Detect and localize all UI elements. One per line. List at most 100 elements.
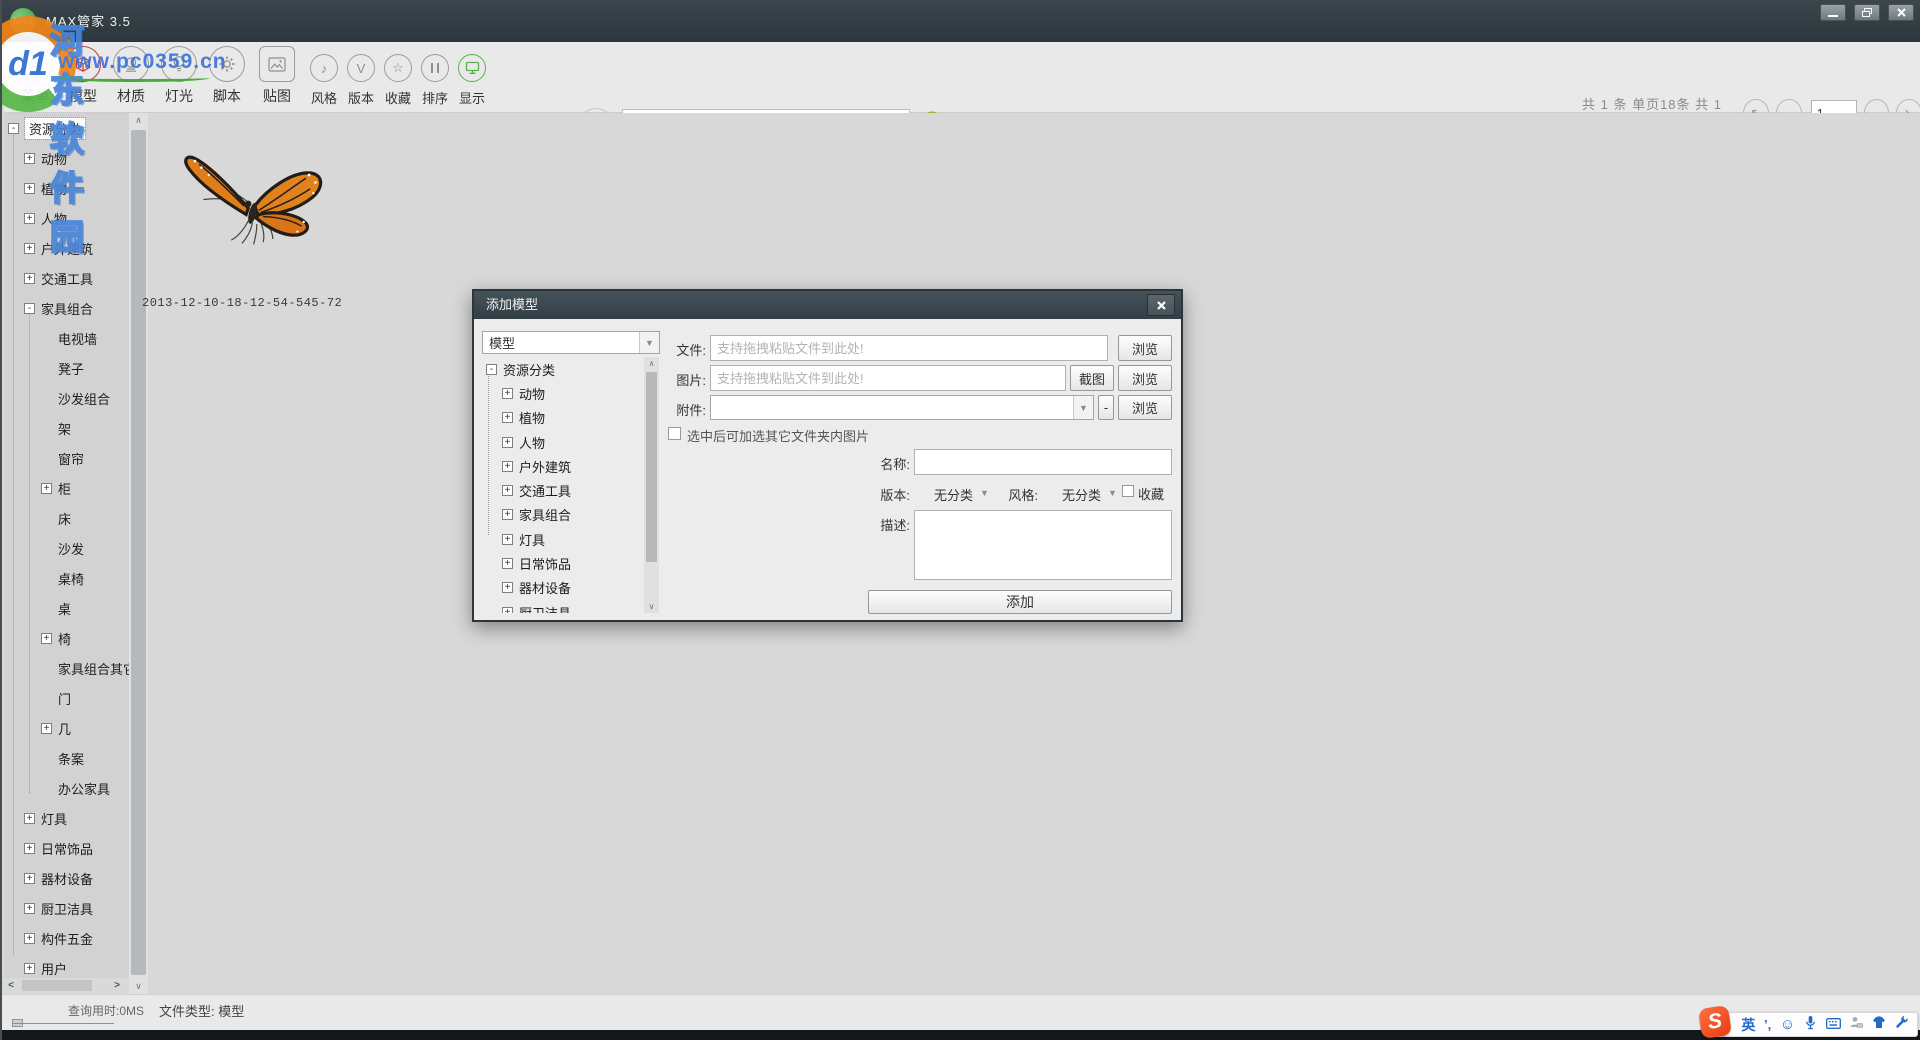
image-path-input[interactable] xyxy=(710,365,1066,391)
sidebar-tree-item[interactable]: 柜 xyxy=(4,473,129,503)
expander-icon[interactable] xyxy=(24,843,35,854)
dialog-tree-item[interactable]: 人物 xyxy=(482,430,642,454)
chevron-down-icon[interactable]: ▼ xyxy=(1108,488,1117,498)
expander-icon[interactable] xyxy=(502,485,513,496)
dialog-tree-item[interactable]: 器材设备 xyxy=(482,576,642,600)
ime-mic-icon[interactable] xyxy=(1804,1015,1817,1035)
dialog-tree-item[interactable]: 资源分类 xyxy=(482,357,642,381)
model-name-input[interactable] xyxy=(914,449,1172,475)
scroll-up-icon[interactable]: ∧ xyxy=(644,357,659,370)
sidebar-tree-item[interactable]: 桌 xyxy=(4,593,129,623)
file-browse-button[interactable]: 浏览 xyxy=(1118,335,1172,361)
dialog-tree-item[interactable]: 家具组合 xyxy=(482,503,642,527)
ime-settings-wrench-icon[interactable] xyxy=(1895,1015,1909,1034)
sidebar-tree-item[interactable]: 厨卫洁具 xyxy=(4,893,129,923)
expander-icon[interactable] xyxy=(24,813,35,824)
dialog-tree-item[interactable]: 厨卫洁具 xyxy=(482,600,642,613)
sidebar-tree-item[interactable]: 家具组合其它 xyxy=(4,653,129,683)
remove-attachment-button[interactable]: - xyxy=(1098,395,1114,420)
expander-icon[interactable] xyxy=(41,483,52,494)
sidebar-tree-item[interactable]: 家具组合 xyxy=(4,293,129,323)
close-button[interactable] xyxy=(1888,4,1914,21)
expander-icon[interactable] xyxy=(41,633,52,644)
extra-folder-checkbox[interactable] xyxy=(668,427,681,440)
sidebar-tree-item[interactable]: 几 xyxy=(4,713,129,743)
expander-icon[interactable] xyxy=(24,213,35,224)
sidebar-tree-item[interactable]: 床 xyxy=(4,503,129,533)
chevron-down-icon[interactable]: ▼ xyxy=(980,488,989,498)
sidebar-tree-item[interactable]: 沙发 xyxy=(4,533,129,563)
expander-icon[interactable] xyxy=(24,303,35,314)
sort-button[interactable]: 排序 xyxy=(415,54,455,107)
expander-icon[interactable] xyxy=(502,461,513,472)
model-button[interactable]: 模型 xyxy=(59,46,107,106)
expander-icon[interactable] xyxy=(24,153,35,164)
ime-language-toggle[interactable]: 英 xyxy=(1741,1015,1755,1035)
category-type-dropdown[interactable]: 模型 ▼ xyxy=(482,331,660,354)
sidebar-tree-item[interactable]: 器材设备 xyxy=(4,863,129,893)
description-textarea[interactable] xyxy=(914,510,1172,580)
dialog-tree-item[interactable]: 户外建筑 xyxy=(482,454,642,478)
expander-icon[interactable] xyxy=(41,723,52,734)
scrollbar-thumb[interactable] xyxy=(22,980,92,991)
sidebar-tree-item[interactable]: 条案 xyxy=(4,743,129,773)
expander-icon[interactable] xyxy=(502,558,513,569)
material-button[interactable]: 材质 xyxy=(107,46,155,106)
sidebar-tree-item[interactable]: 动物 xyxy=(4,143,129,173)
scroll-left-icon[interactable]: < xyxy=(4,980,18,991)
dialog-tree-item[interactable]: 灯具 xyxy=(482,527,642,551)
scroll-right-icon[interactable]: > xyxy=(110,980,124,991)
expander-icon[interactable] xyxy=(502,582,513,593)
expander-icon[interactable] xyxy=(24,963,35,974)
sogou-logo-icon[interactable]: S xyxy=(1698,1005,1732,1039)
expander-icon[interactable] xyxy=(24,903,35,914)
menu-button[interactable]: ≡ 菜单 xyxy=(11,46,59,106)
style-dropdown[interactable]: 无分类 xyxy=(1062,485,1101,504)
ime-account-icon[interactable] xyxy=(1849,1016,1863,1034)
ime-punctuation-toggle[interactable]: ’, xyxy=(1764,1017,1771,1032)
style-filter-button[interactable]: ♪ 风格 xyxy=(304,54,344,107)
ime-keyboard-icon[interactable] xyxy=(1826,1016,1841,1034)
dialog-tree-scrollbar[interactable]: ∧ ∨ xyxy=(644,357,659,613)
scroll-down-icon[interactable]: ∨ xyxy=(129,979,148,994)
attachment-combobox[interactable]: ▼ xyxy=(710,395,1094,420)
texture-button[interactable]: 贴图 xyxy=(253,46,301,106)
sidebar-tree-item[interactable]: 日常饰品 xyxy=(4,833,129,863)
expander-icon[interactable] xyxy=(24,243,35,254)
ime-emoji-icon[interactable]: ☺ xyxy=(1780,1016,1795,1033)
dialog-tree-item[interactable]: 交通工具 xyxy=(482,478,642,502)
screenshot-button[interactable]: 截图 xyxy=(1070,365,1114,391)
sidebar-tree-item[interactable]: 椅 xyxy=(4,623,129,653)
image-browse-button[interactable]: 浏览 xyxy=(1118,365,1172,391)
sidebar-tree-item[interactable]: 户外建筑 xyxy=(4,233,129,263)
light-button[interactable]: 灯光 xyxy=(155,46,203,106)
sidebar-tree-item[interactable]: 构件五金 xyxy=(4,923,129,953)
file-path-input[interactable] xyxy=(710,335,1108,361)
expander-icon[interactable] xyxy=(8,123,19,134)
sidebar-tree-item[interactable]: 植物 xyxy=(4,173,129,203)
scroll-down-icon[interactable]: ∨ xyxy=(644,600,659,613)
script-button[interactable]: 脚本 xyxy=(203,46,251,106)
add-button[interactable]: 添加 xyxy=(868,590,1172,614)
dialog-close-button[interactable] xyxy=(1147,294,1175,316)
resource-thumbnail[interactable]: 2013-12-10-18-12-54-545-72 xyxy=(140,118,400,313)
ime-skin-icon[interactable] xyxy=(1872,1016,1886,1034)
sidebar-tree-item[interactable]: 用户 xyxy=(4,953,129,978)
expander-icon[interactable] xyxy=(502,388,513,399)
sidebar-tree-item[interactable]: 灯具 xyxy=(4,803,129,833)
sidebar-tree-item[interactable]: 资源分类 xyxy=(4,113,129,143)
expander-icon[interactable] xyxy=(502,412,513,423)
version-dropdown[interactable]: 无分类 xyxy=(934,485,973,504)
attachment-browse-button[interactable]: 浏览 xyxy=(1118,395,1172,420)
expander-icon[interactable] xyxy=(502,509,513,520)
expander-icon[interactable] xyxy=(486,364,497,375)
dialog-tree-item[interactable]: 动物 xyxy=(482,381,642,405)
sidebar-tree-item[interactable]: 桌椅 xyxy=(4,563,129,593)
expander-icon[interactable] xyxy=(502,607,513,613)
minimize-button[interactable] xyxy=(1820,4,1846,21)
sidebar-tree-item[interactable]: 窗帘 xyxy=(4,443,129,473)
scrollbar-thumb[interactable] xyxy=(646,372,657,562)
sidebar-tree-item[interactable]: 交通工具 xyxy=(4,263,129,293)
sidebar-horizontal-scrollbar[interactable]: < > xyxy=(4,978,129,993)
sidebar-tree-item[interactable]: 办公家具 xyxy=(4,773,129,803)
